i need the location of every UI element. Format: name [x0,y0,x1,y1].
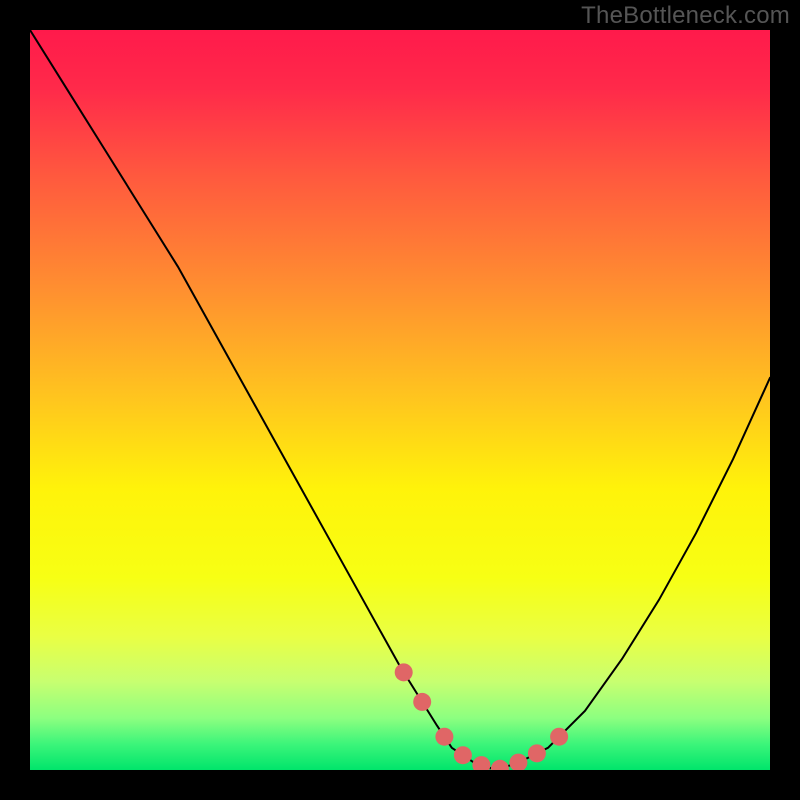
optimal-marker [509,754,527,770]
optimal-marker [454,746,472,764]
watermark-text: TheBottleneck.com [581,2,790,30]
optimal-marker [491,760,509,770]
curve-layer [30,30,770,770]
plot-area [30,30,770,770]
optimal-marker [472,756,490,770]
optimal-marker [435,728,453,746]
optimal-marker [528,744,546,762]
bottleneck-curve [30,30,770,770]
optimal-marker [550,728,568,746]
optimal-marker [395,663,413,681]
optimal-marker [413,693,431,711]
chart-stage: TheBottleneck.com [0,0,800,800]
